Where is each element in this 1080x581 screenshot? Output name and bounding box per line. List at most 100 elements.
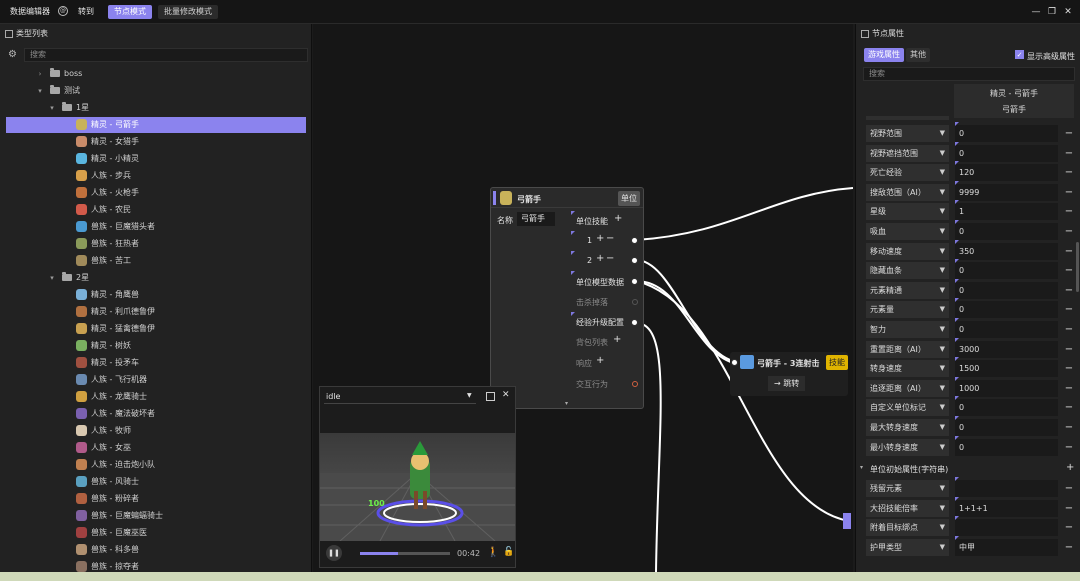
property-name-select[interactable]: 自定义单位标记 ▼	[866, 399, 949, 417]
timeline-slider[interactable]	[360, 552, 450, 555]
tree-item[interactable]: 精灵 - 树妖	[6, 338, 306, 354]
remove-property-icon[interactable]: −	[1064, 321, 1074, 338]
tab-game-properties[interactable]: 游戏属性	[864, 48, 904, 62]
property-value-input[interactable]: 0	[955, 141, 1058, 162]
tree-item[interactable]: 精灵 - 弓箭手	[6, 117, 306, 133]
tree-folder[interactable]: ▾ 测试	[6, 83, 306, 99]
tree-item[interactable]: 兽族 - 狂热者	[6, 236, 306, 252]
tree-folder[interactable]: › boss	[6, 66, 306, 82]
remove-property-icon[interactable]: −	[1064, 125, 1074, 142]
tree-item[interactable]: 人族 - 飞行机器	[6, 372, 306, 388]
tree-item[interactable]: 精灵 - 投矛车	[6, 355, 306, 371]
property-name-select[interactable]: 附着目标绑点 ▼	[866, 519, 949, 537]
remove-property-icon[interactable]: −	[1064, 519, 1074, 536]
remove-property-icon[interactable]: −	[1064, 145, 1074, 162]
property-name-select[interactable]: 星级 ▼	[866, 203, 949, 221]
property-value-input[interactable]: 0	[955, 435, 1058, 456]
expand-handle-icon[interactable]: ▾	[565, 400, 568, 407]
property-name-select[interactable]: 视野范围 ▼	[866, 125, 949, 142]
chevron-down-icon[interactable]: ▾	[36, 83, 44, 99]
property-name-select[interactable]: 视野遮挡范围 ▼	[866, 144, 949, 162]
pause-button[interactable]: ❚❚	[326, 545, 342, 561]
property-value-input[interactable]: 中甲	[955, 535, 1058, 556]
property-name-select[interactable]: 吸血 ▼	[866, 223, 949, 240]
tree-item[interactable]: 精灵 - 利爪德鲁伊	[6, 304, 306, 320]
remove-property-icon[interactable]: −	[1064, 480, 1074, 497]
tree-item[interactable]: 兽族 - 巨魔猎头者	[6, 219, 306, 235]
remove-property-icon[interactable]: −	[1064, 360, 1074, 377]
properties-search-input[interactable]: 搜索	[863, 67, 1075, 81]
tree-item[interactable]: 人族 - 火枪手	[6, 185, 306, 201]
property-value-input[interactable]: 1500	[955, 357, 1058, 378]
tree-item[interactable]: 兽族 - 巨魔蝙蝠骑士	[6, 508, 306, 524]
skill-node-input-port[interactable]	[731, 359, 738, 366]
property-value-input[interactable]: 0	[955, 278, 1058, 299]
skill-node[interactable]: 弓箭手 - 3连射击 技能 → 跳转	[730, 352, 848, 396]
section-header[interactable]: ▾ 单位初始属性(字符串) +	[860, 461, 1078, 477]
add-skill-icon[interactable]: +	[614, 213, 622, 224]
property-name-select[interactable]: 智力 ▼	[866, 321, 949, 338]
remove-property-icon[interactable]: −	[1064, 419, 1074, 436]
remove-property-icon[interactable]: −	[1064, 203, 1074, 220]
remove-property-icon[interactable]: −	[1064, 243, 1074, 260]
skill-2-port[interactable]	[631, 257, 638, 264]
property-name-select[interactable]: 追逐距离（AI） ▼	[866, 379, 949, 397]
remove-property-icon[interactable]: −	[1064, 539, 1074, 556]
tree-item[interactable]: 精灵 - 小精灵	[6, 151, 306, 167]
section-add-icon[interactable]: +	[1066, 462, 1074, 473]
remove-property-icon[interactable]: −	[1064, 164, 1074, 181]
tree-item[interactable]: 人族 - 魔法破坏者	[6, 406, 306, 422]
property-value-input[interactable]: 120	[955, 161, 1058, 182]
maximize-icon[interactable]	[486, 392, 495, 401]
unit-node-header[interactable]: 弓箭手 单位	[491, 188, 643, 208]
kill-drop-port[interactable]	[632, 299, 638, 305]
tree-item[interactable]: 人族 - 龙鹰骑士	[6, 389, 306, 405]
gear-icon[interactable]: ⚙	[8, 49, 17, 60]
property-name-select[interactable]: 大招技能倍率 ▼	[866, 499, 949, 517]
skill-2-add-icon[interactable]: +	[596, 253, 604, 264]
property-value-input[interactable]: 0	[955, 122, 1058, 142]
property-value-input[interactable]	[955, 477, 1058, 497]
tree-item[interactable]: 人族 - 牧师	[6, 423, 306, 439]
search-input[interactable]: 搜索	[24, 48, 308, 62]
show-advanced-checkbox[interactable]: ✓	[1015, 50, 1024, 59]
backpack-add-icon[interactable]: +	[613, 334, 621, 345]
remove-property-icon[interactable]: −	[1064, 399, 1074, 416]
remove-property-icon[interactable]: −	[1064, 380, 1074, 397]
walk-icon[interactable]: 🚶	[487, 547, 499, 558]
property-name-select[interactable]: 重置距离（AI） ▼	[866, 340, 949, 358]
remove-property-icon[interactable]: −	[1064, 223, 1074, 240]
property-name-select[interactable]: 隐藏血条 ▼	[866, 262, 949, 280]
tree-item[interactable]: 兽族 - 巨魔巫医	[6, 525, 306, 541]
tree-folder[interactable]: ▾ 1星	[6, 100, 306, 116]
remove-property-icon[interactable]: −	[1064, 341, 1074, 358]
tree-item[interactable]: 人族 - 农民	[6, 202, 306, 218]
name-field[interactable]: 弓箭手	[517, 212, 555, 226]
unit-node[interactable]: 弓箭手 单位 名称 弓箭手 单位技能 + 1 + − 2 + − 单位模型数据 …	[490, 187, 644, 409]
property-name-select[interactable]: 最大转身速度 ▼	[866, 419, 949, 436]
property-value-input[interactable]: 0	[955, 259, 1058, 280]
tree-item[interactable]: 兽族 - 风骑士	[6, 474, 306, 490]
skill-2-remove-icon[interactable]: −	[606, 253, 614, 264]
remove-property-icon[interactable]: −	[1064, 439, 1074, 456]
property-value-input[interactable]: 0	[955, 220, 1058, 240]
tree-item[interactable]: 兽族 - 粉碎者	[6, 491, 306, 507]
tree-item[interactable]: 精灵 - 角鹰兽	[6, 287, 306, 303]
goto-button[interactable]: 转到	[78, 6, 94, 17]
model-preview-window[interactable]: idle ▼ ✕ 100 ❚❚ 00:42 🚶 🔓	[319, 386, 516, 568]
lock-icon[interactable]: 🔓	[503, 547, 514, 557]
restore-icon[interactable]: ❐	[1046, 6, 1058, 18]
tree-item[interactable]: 精灵 - 女猎手	[6, 134, 306, 150]
animation-select[interactable]: idle ▼	[324, 391, 476, 404]
tree-folder[interactable]: ▾ 2星	[6, 270, 306, 286]
property-value-input[interactable]: 1000	[955, 376, 1058, 397]
property-value-input[interactable]: 0	[955, 396, 1058, 417]
property-name-select[interactable]: 残留元素 ▼	[866, 480, 949, 497]
property-name-select[interactable]: 元素精通 ▼	[866, 281, 949, 299]
property-value-input[interactable]: 9999	[955, 180, 1058, 201]
property-name-select[interactable]: 搜敌范围（AI） ▼	[866, 183, 949, 201]
property-name-select[interactable]: 移动速度 ▼	[866, 242, 949, 260]
remove-property-icon[interactable]: −	[1064, 282, 1074, 299]
model-data-port[interactable]	[631, 278, 638, 285]
close-icon[interactable]: ✕	[1062, 6, 1074, 18]
